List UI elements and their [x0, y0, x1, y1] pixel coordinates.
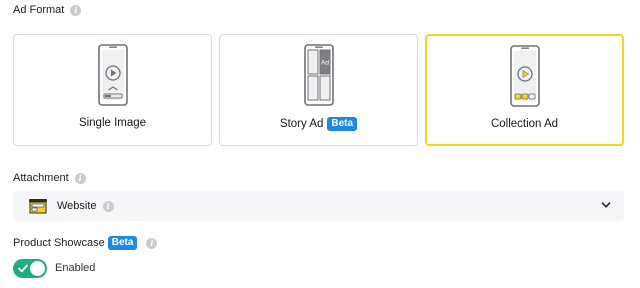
attachment-label: Attachment i: [13, 172, 86, 184]
ad-format-option-label: Story Ad Beta: [220, 117, 417, 131]
beta-badge: Beta: [107, 236, 138, 250]
attachment-select[interactable]: Website i: [13, 191, 624, 221]
product-showcase-toggle[interactable]: [13, 259, 47, 278]
single-image-phone-icon: [97, 44, 128, 106]
toggle-state-label: Enabled: [55, 262, 96, 274]
ad-format-option-collection-ad[interactable]: Collection Ad: [425, 34, 624, 146]
product-showcase-label-text: Product Showcase: [13, 237, 105, 249]
info-icon[interactable]: i: [70, 4, 82, 16]
checkmark-icon: [18, 264, 28, 273]
collection-ad-label: Collection Ad: [490, 118, 559, 130]
website-icon: [29, 199, 47, 214]
ad-format-label: Ad Format i: [13, 4, 82, 16]
attachment-selected-value: Website: [57, 200, 97, 212]
toggle-knob: [30, 261, 45, 276]
ad-format-label-text: Ad Format: [13, 4, 65, 16]
single-image-label: Single Image: [78, 117, 147, 129]
story-ad-phone-ad-text: Ad: [321, 60, 329, 67]
attachment-label-text: Attachment: [13, 172, 69, 184]
chevron-down-icon[interactable]: [601, 200, 611, 210]
ad-format-option-single-image[interactable]: Single Image: [13, 34, 212, 146]
story-ad-label: Story Ad: [279, 118, 324, 130]
ad-format-option-label: Single Image: [14, 117, 211, 129]
info-icon[interactable]: i: [74, 172, 86, 184]
beta-badge: Beta: [327, 117, 358, 131]
ad-format-option-label: Collection Ad: [427, 118, 622, 130]
info-icon[interactable]: i: [102, 200, 114, 212]
ad-format-option-story-ad[interactable]: Ad Story Ad Beta: [219, 34, 418, 146]
collection-ad-phone-icon: [509, 45, 540, 107]
story-ad-phone-icon: Ad: [303, 44, 334, 106]
product-showcase-label: Product Showcase Beta i: [13, 236, 158, 250]
info-icon[interactable]: i: [146, 237, 158, 249]
